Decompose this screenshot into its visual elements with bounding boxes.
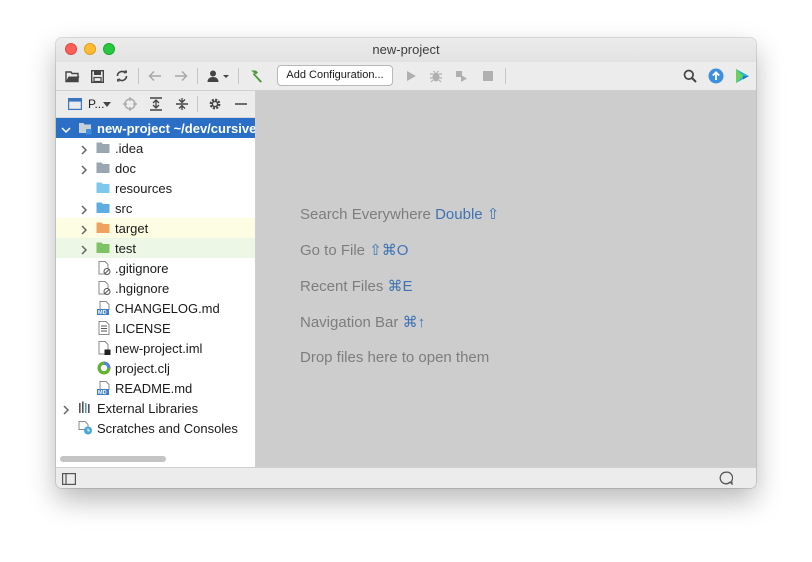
tree-item-src[interactable]: src — [56, 198, 255, 218]
gear-icon[interactable] — [206, 95, 224, 113]
vcs-user-icon[interactable] — [205, 67, 233, 85]
chevron-right-icon[interactable] — [79, 203, 89, 215]
tree-item-idea[interactable]: .idea — [56, 138, 255, 158]
tree-item-project-clj[interactable]: project.clj — [56, 358, 255, 378]
folder-icon — [96, 161, 110, 175]
tree-item-label: new-project — [97, 121, 170, 136]
hint-search-everywhere: Search Everywhere Double ⇧ — [300, 206, 500, 223]
source-folder-icon — [96, 201, 110, 215]
back-arrow-icon[interactable] — [146, 67, 164, 85]
tree-item-readme[interactable]: MD README.md — [56, 378, 255, 398]
open-folder-icon[interactable] — [63, 67, 81, 85]
resources-folder-icon — [96, 181, 110, 195]
chevron-right-icon[interactable] — [79, 163, 89, 175]
tree-item-label: .hgignore — [115, 281, 170, 296]
tree-item-label: External Libraries — [97, 401, 199, 416]
hint-drop-files: Drop files here to open them — [300, 349, 490, 366]
tree-item-hgignore[interactable]: .hgignore — [56, 278, 255, 298]
tree-item-resources[interactable]: resources — [56, 178, 255, 198]
excluded-folder-icon — [96, 221, 110, 235]
tree-item-label: project.clj — [115, 361, 170, 376]
stop-icon[interactable] — [479, 67, 497, 85]
folder-icon — [96, 141, 110, 155]
tree-item-scratches[interactable]: Scratches and Consoles — [56, 418, 255, 438]
ide-window: new-project Add Configuration... P... ne… — [56, 38, 756, 488]
horizontal-scrollbar[interactable] — [60, 456, 166, 462]
project-tool-window: P... new-project ~/dev/cursive .idea doc… — [56, 91, 256, 467]
tree-item-label: resources — [115, 181, 173, 196]
build-hammer-icon[interactable] — [247, 67, 265, 85]
update-arrow-icon[interactable] — [707, 67, 725, 85]
markdown-file-icon: MD — [97, 381, 111, 396]
chevron-right-icon[interactable] — [79, 223, 89, 235]
ignore-file-icon — [98, 281, 112, 295]
chevron-down-icon[interactable] — [61, 123, 71, 134]
hide-minus-icon[interactable] — [232, 95, 250, 113]
tree-item-label: src — [115, 201, 133, 216]
tree-item-gitignore[interactable]: .gitignore — [56, 258, 255, 278]
collapse-all-icon[interactable] — [173, 95, 191, 113]
tree-item-test[interactable]: test — [56, 238, 255, 258]
debug-bug-icon[interactable] — [427, 67, 445, 85]
toggle-tool-windows-icon[interactable] — [62, 472, 77, 488]
test-folder-icon — [96, 241, 110, 255]
tree-item-license[interactable]: LICENSE — [56, 318, 255, 338]
main-toolbar: Add Configuration... — [56, 62, 756, 91]
tree-item-label: LICENSE — [115, 321, 171, 336]
tree-item-label: README.md — [115, 381, 193, 396]
svg-text:MD: MD — [98, 310, 107, 315]
project-view-icon[interactable] — [66, 95, 84, 113]
project-tool-window-header: P... — [56, 91, 255, 118]
forward-arrow-icon[interactable] — [172, 67, 190, 85]
project-tree: new-project ~/dev/cursive .idea doc reso… — [56, 118, 255, 438]
tree-item-label: doc — [115, 161, 136, 176]
search-icon[interactable] — [681, 67, 699, 85]
tree-item-label: CHANGELOG.md — [115, 301, 220, 316]
tree-item-label: Scratches and Consoles — [97, 421, 238, 436]
locate-crosshair-icon[interactable] — [121, 95, 139, 113]
tree-item-label: .gitignore — [115, 261, 169, 276]
chevron-right-icon[interactable] — [79, 143, 89, 155]
event-log-bubble-icon[interactable] — [719, 471, 734, 488]
project-path: ~/dev/cursive — [169, 121, 255, 136]
status-bar — [56, 467, 756, 488]
title-bar: new-project — [56, 38, 756, 62]
iml-file-icon — [98, 341, 112, 355]
markdown-file-icon: MD — [97, 301, 111, 316]
run-icon[interactable] — [402, 67, 420, 85]
tree-item-project-root[interactable]: new-project ~/dev/cursive — [56, 118, 255, 138]
save-icon[interactable] — [88, 67, 106, 85]
tree-item-label: test — [115, 241, 136, 256]
tree-item-label: new-project.iml — [115, 341, 203, 356]
hint-recent-files: Recent Files ⌘E — [300, 278, 413, 295]
chevron-right-icon[interactable] — [61, 403, 71, 415]
tree-item-label: .idea — [115, 141, 144, 156]
libraries-icon — [78, 401, 92, 415]
editor-empty-area[interactable]: Search Everywhere Double ⇧ Go to File ⇧⌘… — [256, 91, 756, 467]
window-title: new-project — [372, 42, 440, 57]
hint-go-to-file: Go to File ⇧⌘O — [300, 242, 409, 259]
tree-item-external-libraries[interactable]: External Libraries — [56, 398, 255, 418]
svg-text:MD: MD — [98, 390, 107, 395]
expand-all-icon[interactable] — [147, 95, 165, 113]
coverage-icon[interactable] — [452, 67, 470, 85]
chevron-down-icon[interactable] — [102, 95, 112, 113]
code-with-me-icon[interactable] — [733, 67, 751, 85]
module-folder-icon — [78, 121, 92, 135]
chevron-right-icon[interactable] — [79, 243, 89, 255]
tree-item-doc[interactable]: doc — [56, 158, 255, 178]
text-file-icon — [98, 321, 112, 335]
hint-navigation-bar: Navigation Bar ⌘↑ — [300, 314, 426, 331]
clojure-file-icon — [97, 361, 111, 375]
tree-item-label: target — [115, 221, 149, 236]
tree-item-target[interactable]: target — [56, 218, 255, 238]
add-configuration-button[interactable]: Add Configuration... — [277, 65, 393, 86]
ignore-file-icon — [98, 261, 112, 275]
tree-item-iml[interactable]: new-project.iml — [56, 338, 255, 358]
tree-item-changelog[interactable]: MD CHANGELOG.md — [56, 298, 255, 318]
sync-icon[interactable] — [113, 67, 131, 85]
scratches-icon — [78, 421, 92, 435]
